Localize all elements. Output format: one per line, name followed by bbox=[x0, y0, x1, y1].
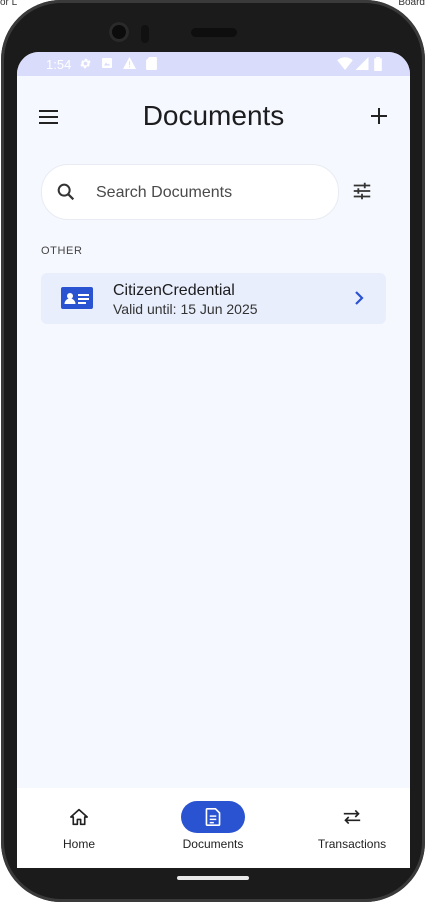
nav-transactions-label: Transactions bbox=[317, 837, 387, 851]
document-icon bbox=[205, 808, 221, 826]
gesture-home-bar[interactable] bbox=[177, 876, 249, 880]
swap-arrows-icon bbox=[343, 809, 361, 825]
image-notification-icon bbox=[102, 58, 112, 68]
nav-documents-label: Documents bbox=[182, 837, 244, 851]
earpiece-speaker bbox=[191, 28, 237, 37]
settings-icon bbox=[80, 58, 91, 69]
sensor bbox=[141, 25, 149, 43]
document-validity: Valid until: 15 Jun 2025 bbox=[113, 301, 258, 317]
nav-home-label: Home bbox=[62, 837, 95, 851]
app-screen: 1:54 Documents Search Documents OTHER Ci… bbox=[17, 52, 410, 868]
nav-transactions[interactable]: Transactions bbox=[302, 788, 402, 868]
front-camera bbox=[109, 22, 129, 42]
search-input[interactable] bbox=[94, 165, 328, 221]
document-card[interactable]: CitizenCredential Valid until: 15 Jun 20… bbox=[41, 273, 386, 324]
nav-documents[interactable]: Documents bbox=[163, 788, 263, 868]
sd-card-icon bbox=[146, 57, 157, 70]
chevron-right-icon bbox=[355, 291, 364, 305]
section-label: OTHER bbox=[41, 245, 83, 257]
search-bar[interactable] bbox=[41, 164, 339, 221]
cellular-signal-icon bbox=[355, 57, 369, 70]
status-time: 1:54 bbox=[46, 57, 72, 72]
page-title: Documents bbox=[142, 100, 285, 131]
bottom-navigation: Home Documents Transactions bbox=[17, 788, 410, 868]
home-icon bbox=[70, 808, 88, 826]
document-name: CitizenCredential bbox=[113, 282, 235, 299]
nav-home[interactable]: Home bbox=[29, 788, 129, 868]
warning-icon bbox=[123, 57, 136, 69]
phone-frame: 1:54 Documents Search Documents OTHER Ci… bbox=[1, 0, 425, 902]
battery-icon bbox=[374, 57, 382, 71]
active-indicator bbox=[181, 801, 245, 833]
plus-icon bbox=[371, 108, 387, 124]
background-text-right: Board bbox=[398, 0, 425, 8]
add-document-button[interactable] bbox=[367, 102, 391, 130]
search-icon bbox=[57, 183, 75, 201]
wifi-icon bbox=[337, 57, 353, 70]
status-bar: 1:54 bbox=[17, 52, 410, 76]
background-text-left: or L bbox=[0, 0, 18, 8]
id-card-icon bbox=[61, 287, 93, 309]
filter-settings-icon[interactable] bbox=[351, 180, 373, 202]
